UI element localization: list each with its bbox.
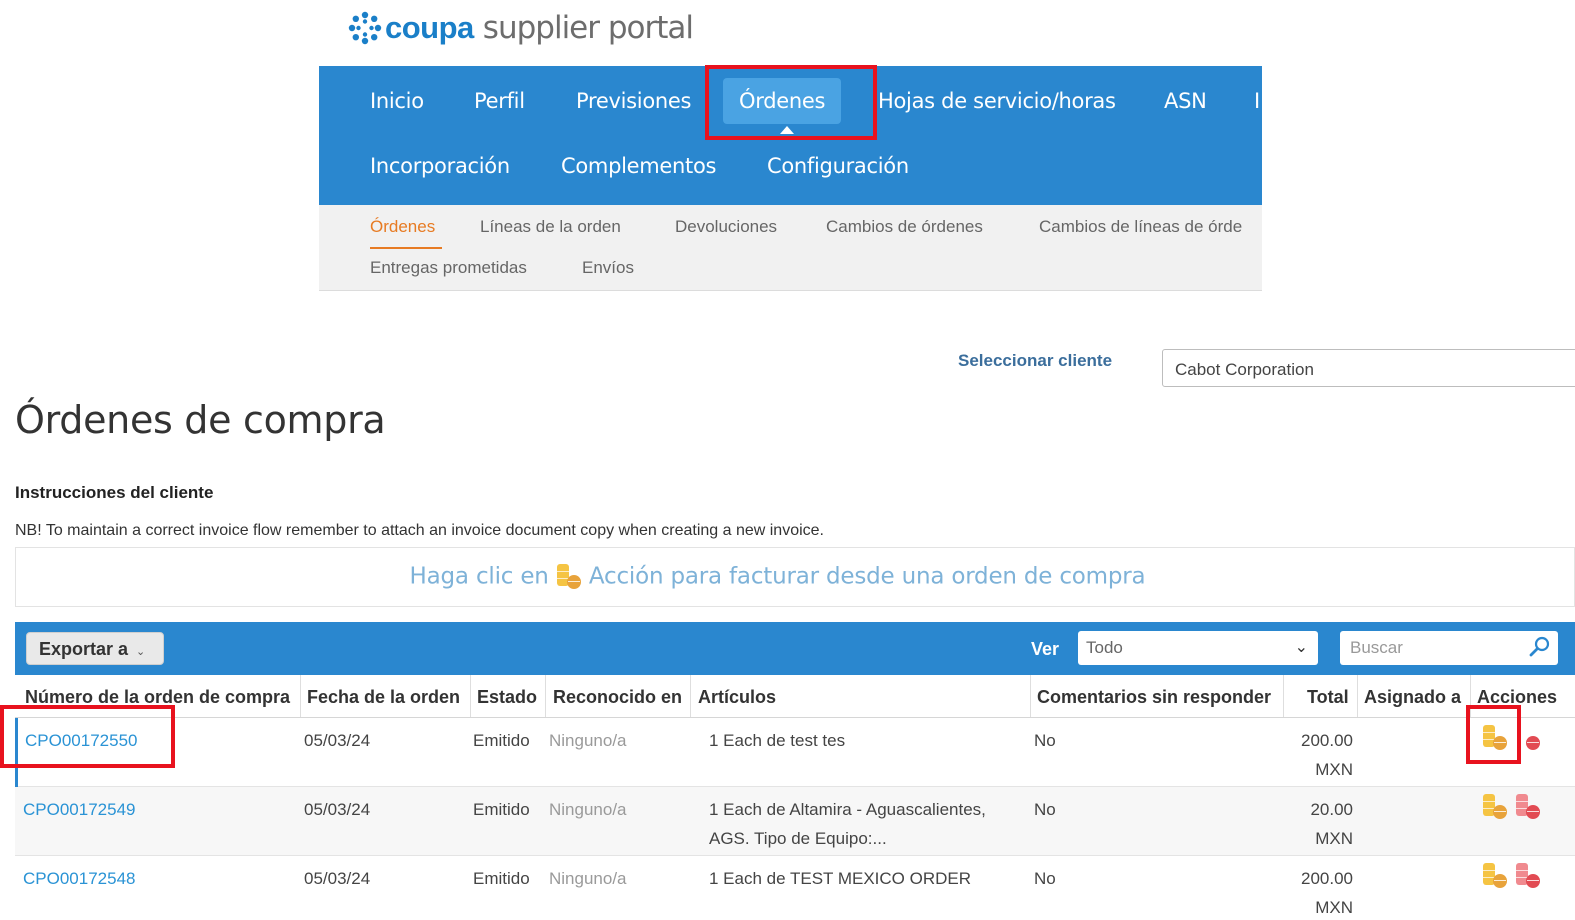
table-row: CPO00172549 05/03/24 Emitido Ninguno/a 1… <box>15 787 1575 856</box>
order-items-line2: AGS. Tipo de Equipo:... <box>709 829 887 848</box>
gold-coins-icon[interactable] <box>1482 862 1508 890</box>
po-number-link[interactable]: CPO00172550 <box>25 726 137 755</box>
gold-coins-icon[interactable] <box>1482 724 1508 752</box>
order-items: 1 Each de test tes <box>709 731 846 750</box>
order-total-currency: MXN <box>1315 829 1353 848</box>
search-icon[interactable] <box>1528 635 1552 659</box>
export-button-label: Exportar a <box>39 639 129 659</box>
view-label: Ver <box>1031 639 1060 659</box>
search-input[interactable]: Buscar <box>1340 631 1558 665</box>
col-header-items[interactable]: Artículos <box>698 687 776 708</box>
active-tab-caret <box>780 126 794 134</box>
nav-asn[interactable]: ASN <box>1164 78 1207 124</box>
table-row: CPO00172548 05/03/24 Emitido Ninguno/a 1… <box>15 856 1575 920</box>
nav-more-cut[interactable]: I <box>1254 78 1260 124</box>
view-select[interactable]: Todo ⌄ <box>1078 631 1318 665</box>
red-coins-icon[interactable] <box>1515 793 1541 821</box>
po-number-link[interactable]: CPO00172548 <box>23 864 135 893</box>
order-total-amount: 200.00 <box>1301 869 1353 888</box>
order-total: 200.00 MXN <box>1277 864 1353 920</box>
nav-inicio[interactable]: Inicio <box>370 78 424 124</box>
chevron-down-icon: ⌄ <box>1294 639 1308 656</box>
order-total-amount: 20.00 <box>1310 800 1353 819</box>
hint-text-after: Acción para facturar desde una orden de … <box>588 563 1146 590</box>
col-header-comments[interactable]: Comentarios sin responder <box>1037 687 1271 708</box>
nav-configuracion[interactable]: Configuración <box>767 143 909 189</box>
nav-incorporacion[interactable]: Incorporación <box>370 143 510 189</box>
unanswered-comments: No <box>1034 800 1056 819</box>
subnav-cambios-lineas[interactable]: Cambios de líneas de órde <box>1039 217 1242 237</box>
hint-text: Haga clic en Acción para facturar desde … <box>410 563 1146 591</box>
subnav-envios[interactable]: Envíos <box>582 258 634 278</box>
order-total: 20.00 MXN <box>1277 795 1353 853</box>
nav-ordenes[interactable]: Órdenes <box>723 78 842 124</box>
gold-coins-icon[interactable] <box>1482 793 1508 821</box>
order-status: Emitido <box>473 869 530 888</box>
order-date: 05/03/24 <box>304 869 371 888</box>
table-toolbar: Exportar a ⌄ Ver Todo ⌄ Buscar <box>15 622 1575 675</box>
coupa-logo-icon <box>348 11 382 45</box>
nav-complementos[interactable]: Complementos <box>561 143 716 189</box>
subnav-active-underline <box>370 247 442 249</box>
customer-instructions-text: NB! To maintain a correct invoice flow r… <box>15 522 824 539</box>
order-items: 1 Each de Altamira - Aguascalientes, AGS… <box>709 795 986 853</box>
order-total: 200.00 MXN <box>1277 726 1353 784</box>
search-placeholder: Buscar <box>1350 638 1403 657</box>
chevron-down-icon: ⌄ <box>136 646 146 658</box>
customer-instructions-heading: Instrucciones del cliente <box>15 483 214 502</box>
table-row: CPO00172550 05/03/24 Emitido Ninguno/a 1… <box>15 718 1575 787</box>
col-header-order-date[interactable]: Fecha de la orden <box>307 687 460 708</box>
red-coins-icon[interactable] <box>1515 724 1541 752</box>
page-title: Órdenes de compra <box>15 398 386 442</box>
customer-select[interactable]: Cabot Corporation <box>1162 349 1575 387</box>
subnav-lineas-orden[interactable]: Líneas de la orden <box>480 217 621 237</box>
selected-row-indicator <box>15 718 18 787</box>
subnav-ordenes[interactable]: Órdenes <box>370 217 435 237</box>
order-items: 1 Each de TEST MEXICO ORDER <box>709 869 972 888</box>
subnav-entregas-prometidas[interactable]: Entregas prometidas <box>370 258 527 278</box>
order-total-amount: 200.00 <box>1301 731 1353 750</box>
acknowledged-at: Ninguno/a <box>549 869 627 888</box>
sub-nav: Órdenes Líneas de la orden Devoluciones … <box>319 205 1262 291</box>
acknowledged-at: Ninguno/a <box>549 800 627 819</box>
subnav-devoluciones[interactable]: Devoluciones <box>675 217 777 237</box>
unanswered-comments: No <box>1034 731 1056 750</box>
col-header-actions: Acciones <box>1477 687 1558 707</box>
brand-name: coupa <box>385 10 474 45</box>
col-header-assigned[interactable]: Asignado a <box>1364 687 1461 708</box>
col-header-status[interactable]: Estado <box>477 687 537 708</box>
col-header-po-number[interactable]: Número de la orden de compra <box>25 687 290 708</box>
po-number-link[interactable]: CPO00172549 <box>23 795 135 824</box>
order-date: 05/03/24 <box>304 731 371 750</box>
unanswered-comments: No <box>1034 869 1056 888</box>
main-nav: Inicio Perfil Previsiones Órdenes Hojas … <box>319 66 1262 205</box>
gold-coins-icon <box>556 563 582 591</box>
view-select-value: Todo <box>1086 638 1123 657</box>
invoice-hint-box: Haga clic en Acción para facturar desde … <box>15 547 1575 607</box>
order-date: 05/03/24 <box>304 800 371 819</box>
order-items-line1: 1 Each de Altamira - Aguascalientes, <box>709 800 986 819</box>
red-coins-icon[interactable] <box>1515 862 1541 890</box>
brand-subtitle: supplier portal <box>482 10 694 46</box>
order-total-currency: MXN <box>1315 760 1353 779</box>
order-status: Emitido <box>473 731 530 750</box>
brand-logo[interactable]: coupa supplier portal <box>347 8 694 48</box>
subnav-cambios-ordenes[interactable]: Cambios de órdenes <box>826 217 983 237</box>
nav-previsiones[interactable]: Previsiones <box>576 78 691 124</box>
col-header-acknowledged[interactable]: Reconocido en <box>553 687 682 708</box>
nav-perfil[interactable]: Perfil <box>474 78 525 124</box>
customer-select-label: Seleccionar cliente <box>958 351 1113 370</box>
export-button[interactable]: Exportar a ⌄ <box>26 632 164 665</box>
order-total-currency: MXN <box>1315 898 1353 917</box>
nav-hojas-servicio[interactable]: Hojas de servicio/horas <box>878 78 1116 124</box>
col-header-total[interactable]: Total <box>1307 687 1349 708</box>
acknowledged-at: Ninguno/a <box>549 731 627 750</box>
order-status: Emitido <box>473 800 530 819</box>
hint-text-before: Haga clic en <box>409 563 549 590</box>
